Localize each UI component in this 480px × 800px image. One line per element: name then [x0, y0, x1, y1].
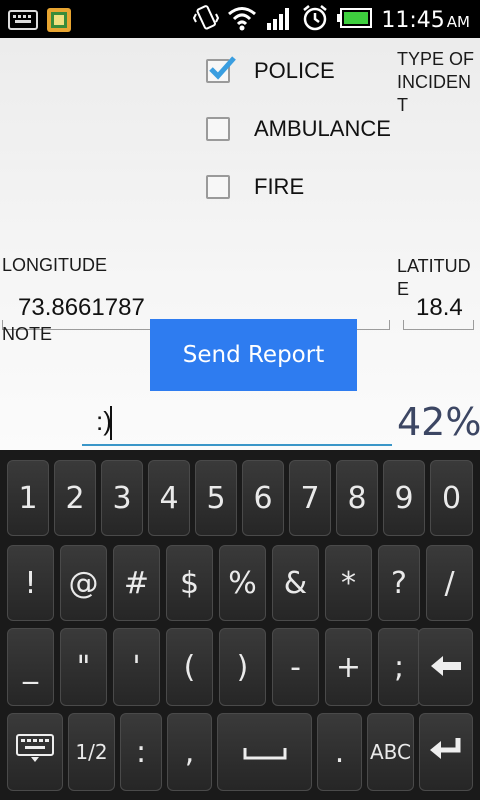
police-checkbox[interactable] [206, 56, 236, 83]
key-comma[interactable]: , [167, 713, 212, 791]
space-key[interactable] [217, 713, 312, 791]
clock-time: 11:45 [381, 7, 445, 33]
key-semicolon[interactable]: ; [378, 628, 420, 706]
text-cursor [110, 406, 112, 440]
keyboard-icon [8, 9, 38, 35]
key-7[interactable]: 7 [289, 460, 331, 536]
key-plus[interactable]: + [325, 628, 372, 706]
key-0[interactable]: 0 [430, 460, 473, 536]
clock: 11:45 AM [381, 8, 470, 33]
key-hash[interactable]: # [113, 545, 160, 621]
soft-keyboard: 1 2 3 4 5 6 7 8 9 0 ! @ # $ % & * ? / _ … [0, 450, 480, 800]
wifi-icon [227, 5, 257, 35]
key-5[interactable]: 5 [195, 460, 237, 536]
key-9[interactable]: 9 [383, 460, 425, 536]
backspace-icon [429, 650, 463, 685]
clock-ampm: AM [446, 12, 470, 31]
key-dollar[interactable]: $ [166, 545, 213, 621]
key-question[interactable]: ? [378, 545, 420, 621]
keyboard-switch-key[interactable] [7, 713, 63, 791]
vibrate-icon [193, 4, 220, 36]
note-input[interactable]: :) [82, 402, 392, 446]
enter-icon [428, 735, 464, 770]
longitude-label: LONGITUDE [2, 255, 108, 275]
key-percent[interactable]: % [219, 545, 266, 621]
ambulance-checkbox[interactable] [206, 117, 230, 141]
key-close-paren[interactable]: ) [219, 628, 266, 706]
latitude-value: 18.4 [416, 294, 463, 321]
key-page-toggle[interactable]: 1/2 [68, 713, 115, 791]
key-6[interactable]: 6 [242, 460, 284, 536]
battery-icon [337, 7, 373, 33]
app-notification-icon [46, 7, 72, 37]
latitude-label: LATITUDE [397, 256, 471, 299]
type-of-incident-label: TYPE OF INCIDENT [397, 49, 475, 115]
space-icon [242, 735, 288, 770]
longitude-field[interactable]: 73.8661787 [18, 294, 145, 322]
key-open-paren[interactable]: ( [166, 628, 213, 706]
key-single-quote[interactable]: ' [113, 628, 160, 706]
battery-percent: 42% [397, 400, 480, 444]
enter-key[interactable] [419, 713, 473, 791]
key-colon[interactable]: : [120, 713, 162, 791]
fire-checkbox-row[interactable]: FIRE [206, 172, 304, 202]
key-exclamation[interactable]: ! [7, 545, 54, 621]
latitude-underline [403, 320, 474, 330]
police-label: POLICE [254, 58, 335, 83]
ambulance-label: AMBULANCE [254, 116, 391, 141]
key-2[interactable]: 2 [54, 460, 96, 536]
alarm-icon [301, 4, 329, 36]
key-1[interactable]: 1 [7, 460, 49, 536]
status-bar: 11:45 AM [0, 0, 480, 38]
police-checkbox-row[interactable]: POLICE [206, 56, 335, 86]
key-minus[interactable]: - [272, 628, 319, 706]
ambulance-checkbox-row[interactable]: AMBULANCE [206, 114, 391, 144]
key-at[interactable]: @ [60, 545, 107, 621]
key-slash[interactable]: / [426, 545, 473, 621]
report-form: POLICE AMBULANCE FIRE TYPE OF INCIDENT L… [0, 38, 480, 450]
fire-checkbox[interactable] [206, 175, 230, 199]
key-underscore[interactable]: _ [7, 628, 54, 706]
note-label: NOTE [2, 324, 53, 344]
fire-label: FIRE [254, 174, 305, 199]
key-asterisk[interactable]: * [325, 545, 372, 621]
key-3[interactable]: 3 [101, 460, 143, 536]
key-abc[interactable]: ABC [367, 713, 414, 791]
key-period[interactable]: . [317, 713, 362, 791]
key-ampersand[interactable]: & [272, 545, 319, 621]
key-double-quote[interactable]: " [60, 628, 107, 706]
latitude-field[interactable]: 18.4 [403, 294, 474, 322]
key-4[interactable]: 4 [148, 460, 190, 536]
send-report-button[interactable]: Send Report [150, 319, 357, 391]
signal-icon [265, 5, 293, 35]
keyboard-icon [15, 733, 55, 771]
key-8[interactable]: 8 [336, 460, 378, 536]
backspace-key[interactable] [418, 628, 473, 706]
